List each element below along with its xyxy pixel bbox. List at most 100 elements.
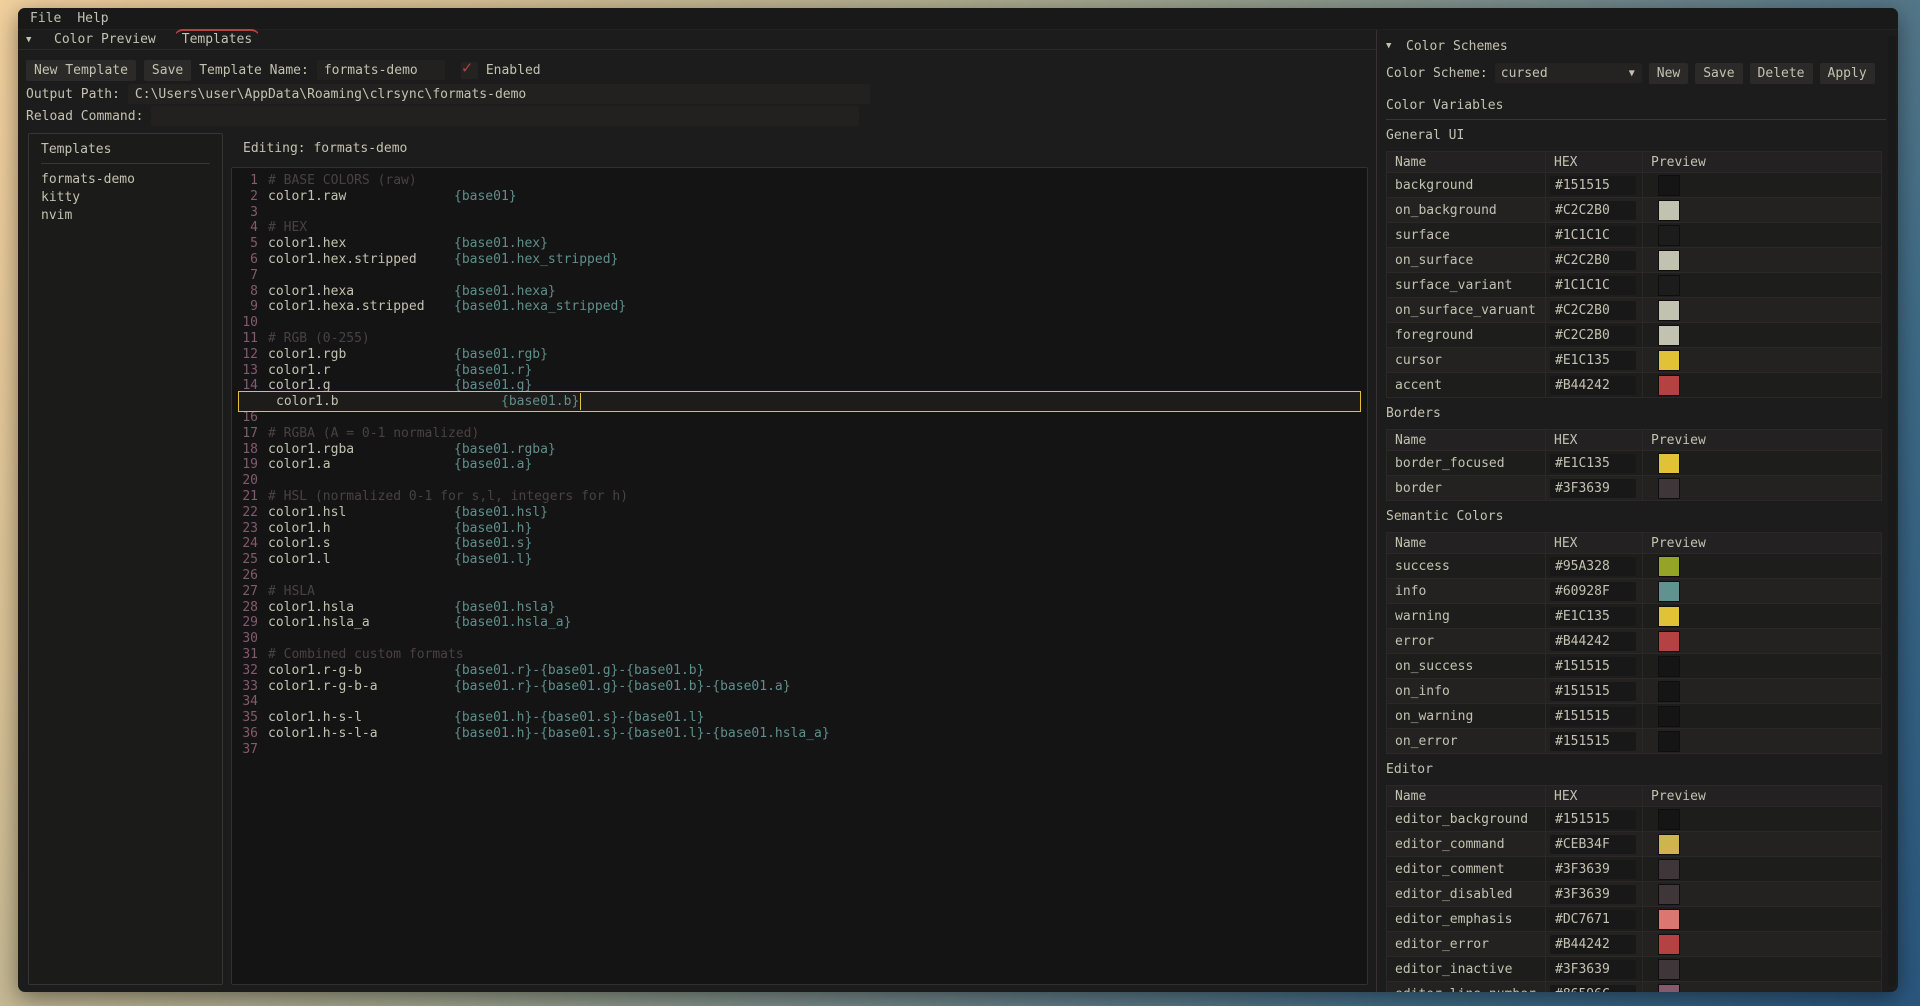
code-line[interactable]: 29color1.hsla_a{base01.hsla_a}	[232, 615, 1367, 631]
template-editor-area[interactable]: 1# BASE COLORS (raw)2color1.raw{base01} 3…	[231, 167, 1368, 985]
new-scheme-button[interactable]: New	[1649, 63, 1688, 84]
color-swatch[interactable]	[1658, 300, 1680, 321]
code-line[interactable]: 17# RGBA (A = 0-1 normalized)	[232, 426, 1367, 442]
color-scheme-combo[interactable]: cursed ▼	[1495, 63, 1642, 83]
template-list-item[interactable]: formats-demo	[41, 171, 222, 189]
code-line[interactable]: 6color1.hex.stripped{base01.hex_stripped…	[232, 252, 1367, 268]
hex-input[interactable]	[1550, 276, 1636, 295]
hex-input[interactable]	[1550, 582, 1636, 601]
color-swatch[interactable]	[1658, 175, 1680, 196]
hex-input[interactable]	[1550, 201, 1636, 220]
hex-input[interactable]	[1550, 860, 1636, 879]
hex-input[interactable]	[1550, 985, 1636, 993]
vertical-scrollbar[interactable]	[1888, 36, 1896, 986]
code-line[interactable]: 23color1.h{base01.h}	[232, 521, 1367, 537]
line-edit-input[interactable]: color1.b{base01.b}	[238, 391, 1361, 412]
code-line[interactable]: 36color1.h-s-l-a{base01.h}-{base01.s}-{b…	[232, 726, 1367, 742]
color-swatch[interactable]	[1658, 731, 1680, 752]
hex-input[interactable]	[1550, 326, 1636, 345]
delete-scheme-button[interactable]: Delete	[1750, 63, 1813, 84]
template-list-item[interactable]: nvim	[41, 207, 222, 225]
code-line[interactable]: 11# RGB (0-255)	[232, 331, 1367, 347]
hex-input[interactable]	[1550, 557, 1636, 576]
tab-templates[interactable]: Templates	[174, 29, 260, 50]
color-swatch[interactable]	[1658, 859, 1680, 880]
color-swatch[interactable]	[1658, 984, 1680, 993]
hex-input[interactable]	[1550, 885, 1636, 904]
code-line-editing[interactable]: color1.b{base01.b}	[232, 394, 1367, 410]
reload-command-input[interactable]	[151, 106, 859, 126]
color-swatch[interactable]	[1658, 556, 1680, 577]
hex-input[interactable]	[1550, 226, 1636, 245]
color-swatch[interactable]	[1658, 681, 1680, 702]
color-swatch[interactable]	[1658, 225, 1680, 246]
color-swatch[interactable]	[1658, 959, 1680, 980]
code-line[interactable]: 8color1.hexa{base01.hexa}	[232, 284, 1367, 300]
color-swatch[interactable]	[1658, 631, 1680, 652]
code-line[interactable]: 24color1.s{base01.s}	[232, 536, 1367, 552]
hex-input[interactable]	[1550, 732, 1636, 751]
color-swatch[interactable]	[1658, 375, 1680, 396]
hex-input[interactable]	[1550, 176, 1636, 195]
hex-input[interactable]	[1550, 479, 1636, 498]
color-swatch[interactable]	[1658, 250, 1680, 271]
code-line[interactable]: 21# HSL (normalized 0-1 for s,l, integer…	[232, 489, 1367, 505]
color-swatch[interactable]	[1658, 909, 1680, 930]
color-swatch[interactable]	[1658, 606, 1680, 627]
tab-color-preview[interactable]: Color Preview	[46, 29, 164, 50]
hex-input[interactable]	[1550, 910, 1636, 929]
color-swatch[interactable]	[1658, 275, 1680, 296]
apply-scheme-button[interactable]: Apply	[1820, 63, 1875, 84]
hex-input[interactable]	[1550, 960, 1636, 979]
hex-input[interactable]	[1550, 707, 1636, 726]
code-line[interactable]: 1# BASE COLORS (raw)	[232, 173, 1367, 189]
hex-input[interactable]	[1550, 251, 1636, 270]
save-template-button[interactable]: Save	[144, 60, 191, 81]
code-line[interactable]: 27# HSLA	[232, 584, 1367, 600]
template-name-input[interactable]	[317, 60, 445, 80]
code-line[interactable]: 25color1.l{base01.l}	[232, 552, 1367, 568]
save-scheme-button[interactable]: Save	[1695, 63, 1742, 84]
hex-input[interactable]	[1550, 682, 1636, 701]
code-line[interactable]: 35color1.h-s-l{base01.h}-{base01.s}-{bas…	[232, 710, 1367, 726]
window-collapse-icon[interactable]: ▼	[26, 35, 40, 45]
code-line[interactable]: 28color1.hsla{base01.hsla}	[232, 600, 1367, 616]
code-line[interactable]: 12color1.rgb{base01.rgb}	[232, 347, 1367, 363]
menu-item-file[interactable]: File	[30, 11, 61, 26]
code-line[interactable]: 31# Combined custom formats	[232, 647, 1367, 663]
output-path-input[interactable]	[128, 84, 870, 104]
hex-input[interactable]	[1550, 376, 1636, 395]
color-swatch[interactable]	[1658, 834, 1680, 855]
code-line[interactable]: 19color1.a{base01.a}	[232, 457, 1367, 473]
code-line[interactable]: 13color1.r{base01.r}	[232, 363, 1367, 379]
code-line[interactable]: 5color1.hex{base01.hex}	[232, 236, 1367, 252]
hex-input[interactable]	[1550, 935, 1636, 954]
color-swatch[interactable]	[1658, 706, 1680, 727]
menu-item-help[interactable]: Help	[77, 11, 108, 26]
code-line[interactable]: 32color1.r-g-b{base01.r}-{base01.g}-{bas…	[232, 663, 1367, 679]
hex-input[interactable]	[1550, 657, 1636, 676]
color-swatch[interactable]	[1658, 350, 1680, 371]
panel-collapse-icon[interactable]: ▼	[1386, 41, 1400, 51]
hex-input[interactable]	[1550, 351, 1636, 370]
hex-input[interactable]	[1550, 632, 1636, 651]
code-line[interactable]: 2color1.raw{base01}	[232, 189, 1367, 205]
hex-input[interactable]	[1550, 810, 1636, 829]
color-swatch[interactable]	[1658, 934, 1680, 955]
color-swatch[interactable]	[1658, 453, 1680, 474]
code-line[interactable]: 4# HEX	[232, 220, 1367, 236]
color-swatch[interactable]	[1658, 200, 1680, 221]
hex-input[interactable]	[1550, 835, 1636, 854]
color-swatch[interactable]	[1658, 809, 1680, 830]
new-template-button[interactable]: New Template	[26, 60, 136, 81]
color-swatch[interactable]	[1658, 656, 1680, 677]
color-swatch[interactable]	[1658, 884, 1680, 905]
hex-input[interactable]	[1550, 607, 1636, 626]
color-swatch[interactable]	[1658, 325, 1680, 346]
color-swatch[interactable]	[1658, 478, 1680, 499]
code-line[interactable]: 18color1.rgba{base01.rgba}	[232, 442, 1367, 458]
color-swatch[interactable]	[1658, 581, 1680, 602]
code-line[interactable]: 33color1.r-g-b-a{base01.r}-{base01.g}-{b…	[232, 679, 1367, 695]
code-line[interactable]: 9color1.hexa.stripped{base01.hexa_stripp…	[232, 299, 1367, 315]
enabled-checkbox[interactable]: ✓	[461, 62, 478, 79]
